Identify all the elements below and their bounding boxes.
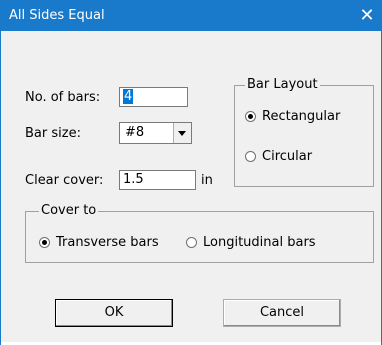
num-bars-input[interactable]: 4 [119,87,188,107]
bar-size-label: Bar size: [25,126,81,141]
window-title: All Sides Equal [9,8,105,23]
clear-cover-value: 1.5 [123,172,144,187]
clear-cover-input[interactable]: 1.5 [119,170,196,190]
num-bars-value: 4 [123,89,134,104]
close-icon[interactable]: ✕ [353,0,381,31]
cover-to-legend: Cover to [39,203,99,218]
bar-size-value: #8 [125,125,145,140]
chevron-down-icon[interactable] [173,123,191,143]
radio-checked-icon[interactable] [245,111,256,122]
ok-button[interactable]: OK [55,299,173,327]
radio-checked-icon[interactable] [39,237,50,248]
radio-circular-label: Circular [262,149,313,164]
bar-layout-group [234,85,374,187]
radio-unchecked-icon[interactable] [245,151,256,162]
title-bar[interactable]: All Sides Equal ✕ [1,0,381,31]
clear-cover-unit: in [201,173,213,188]
bar-size-select[interactable]: #8 [119,122,192,144]
radio-transverse-bars-label: Transverse bars [56,235,159,250]
cancel-button[interactable]: Cancel [223,299,341,327]
radio-longitudinal-bars-label: Longitudinal bars [203,235,316,250]
bar-layout-legend: Bar Layout [245,77,320,92]
clear-cover-label: Clear cover: [25,173,104,188]
radio-unchecked-icon[interactable] [186,237,197,248]
radio-rectangular-label: Rectangular [262,109,341,124]
num-bars-label: No. of bars: [25,90,101,105]
all-sides-equal-dialog: All Sides Equal ✕ No. of bars: 4 Bar siz… [0,0,382,345]
